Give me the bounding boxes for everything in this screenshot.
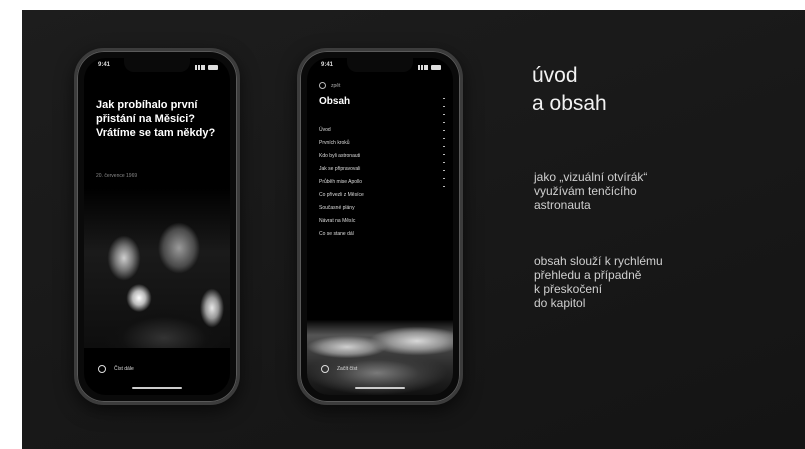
toc-item[interactable]: Průběh mise Apollo bbox=[319, 176, 439, 189]
circle-icon bbox=[321, 365, 329, 373]
back-button[interactable]: zpět bbox=[319, 82, 340, 89]
phone-mockup-intro: 9:41 Jak probíhalo první přistání na Měs… bbox=[74, 48, 240, 405]
toc-item[interactable]: Kdo byli astronauti bbox=[319, 150, 439, 163]
phone-notch bbox=[124, 58, 190, 72]
table-of-contents: Úvod Prvních kroků Kdo byli astronauti J… bbox=[319, 124, 439, 241]
slide-heading: úvod a obsah bbox=[532, 62, 607, 118]
toc-item[interactable]: Co se stane dál bbox=[319, 228, 439, 241]
toc-item[interactable]: Návrat na Měsíc bbox=[319, 215, 439, 228]
battery-icon bbox=[431, 64, 441, 70]
astronaut-photo bbox=[84, 188, 230, 348]
start-reading-link[interactable]: Začít číst bbox=[321, 365, 357, 373]
contents-title: Obsah bbox=[319, 96, 351, 107]
back-label: zpět bbox=[331, 82, 341, 89]
start-reading-label: Začít číst bbox=[337, 366, 358, 372]
toc-item[interactable]: Co přivezli z Měsíce bbox=[319, 189, 439, 202]
toc-item[interactable]: Prvních kroků bbox=[319, 137, 439, 150]
signal-icon bbox=[418, 64, 428, 70]
phone-notch bbox=[347, 58, 413, 72]
slide: 9:41 Jak probíhalo první přistání na Měs… bbox=[22, 10, 805, 449]
battery-icon bbox=[208, 64, 218, 70]
article-title: Jak probíhalo první přistání na Měsíci? … bbox=[96, 99, 216, 139]
read-more-label: Číst dále bbox=[114, 366, 134, 372]
article-date: 20. července 1969 bbox=[96, 173, 138, 179]
status-icons bbox=[195, 62, 218, 72]
description-paragraph-1: jako „vizuální otvírák“ využívám tenčící… bbox=[534, 170, 648, 212]
home-indicator[interactable] bbox=[132, 387, 182, 389]
phone-mockup-contents: 9:41 zpět Obsah Úvod Prvních kroků Kdo b… bbox=[297, 48, 463, 405]
heading-line-2: a obsah bbox=[532, 92, 607, 115]
circle-icon bbox=[98, 365, 106, 373]
heading-line-1: úvod bbox=[532, 64, 578, 87]
toc-item[interactable]: Úvod bbox=[319, 124, 439, 137]
status-time: 9:41 bbox=[321, 62, 334, 68]
status-icons bbox=[418, 62, 441, 72]
scroll-dots-indicator[interactable] bbox=[443, 98, 445, 188]
signal-icon bbox=[195, 64, 205, 70]
toc-item[interactable]: Současné plány bbox=[319, 202, 439, 215]
home-indicator[interactable] bbox=[355, 387, 405, 389]
phone-screen: 9:41 zpět Obsah Úvod Prvních kroků Kdo b… bbox=[307, 58, 453, 395]
phone-screen: 9:41 Jak probíhalo první přistání na Měs… bbox=[84, 58, 230, 395]
status-time: 9:41 bbox=[98, 62, 111, 68]
description-paragraph-2: obsah slouží k rychlému přehledu a přípa… bbox=[534, 254, 663, 310]
toc-item[interactable]: Jak se připravovali bbox=[319, 163, 439, 176]
read-more-link[interactable]: Číst dále bbox=[98, 365, 134, 373]
moon-surface-photo bbox=[307, 303, 453, 395]
back-icon bbox=[319, 82, 326, 89]
